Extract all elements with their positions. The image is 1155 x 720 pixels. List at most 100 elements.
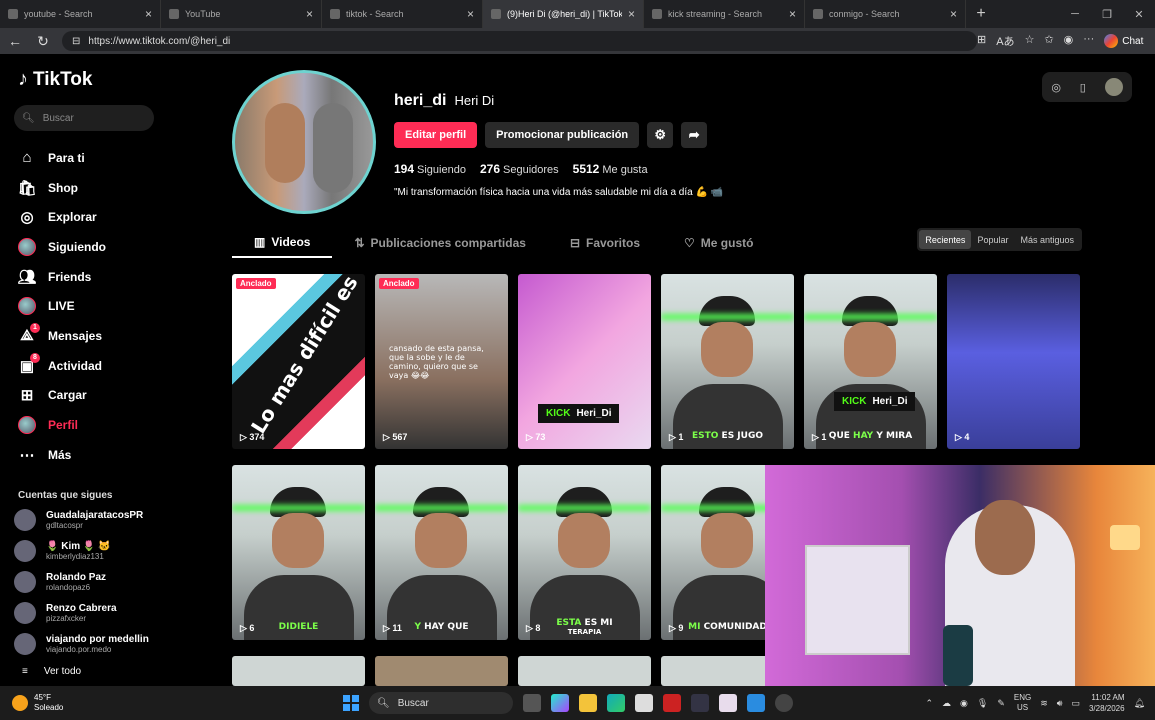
volume-icon[interactable]: 🔊︎	[1057, 698, 1063, 709]
mic-icon[interactable]: 🎙︎	[977, 698, 988, 709]
translate-icon[interactable]: Aあ	[996, 33, 1014, 49]
url-field[interactable]: ⊟ https://www.tiktok.com/@heri_di	[62, 31, 977, 51]
search-input[interactable]: 🔍︎ Buscar	[14, 105, 154, 131]
video-thumbnail[interactable]: Y HAY QUE ▷ 11	[375, 465, 508, 640]
sidebar-item-ms[interactable]: ⋯ Más	[14, 440, 161, 470]
following-account[interactable]: GuadalajaratacosPR gdltacospr	[14, 509, 161, 532]
video-thumbnail[interactable]	[518, 656, 651, 686]
tab-videos[interactable]: ▥ Videos	[232, 228, 333, 258]
app-available-icon[interactable]: ⊞	[977, 33, 986, 49]
close-tab-icon[interactable]: ×	[950, 7, 957, 21]
store-icon[interactable]	[635, 694, 653, 712]
sidebar-item-shop[interactable]: 🛍︎ Shop	[14, 173, 161, 203]
favorite-star-icon[interactable]: ☆	[1025, 33, 1035, 49]
task-view-icon[interactable]	[523, 694, 541, 712]
file-explorer-icon[interactable]	[579, 694, 597, 712]
sidebar-item-mensajes[interactable]: ⟁ 1 Mensajes	[14, 321, 161, 351]
settings-button[interactable]: ⚙	[647, 122, 674, 148]
see-all-button[interactable]: ≡ Ver todo	[14, 666, 161, 677]
notification-bell-icon[interactable]: 🔔︎	[1134, 698, 1145, 709]
sidebar-item-cargar[interactable]: ⊞ Cargar	[14, 381, 161, 411]
share-button[interactable]: ➦	[681, 122, 708, 148]
minimize-icon[interactable]: ─	[1059, 8, 1091, 20]
kick-logo-text: KICK	[546, 408, 571, 419]
back-icon[interactable]: ←	[6, 33, 24, 49]
close-window-icon[interactable]: ✕	[1123, 8, 1155, 21]
tab-megust[interactable]: ♡ Me gustó	[662, 228, 775, 258]
sort-option[interactable]: Más antiguos	[1014, 230, 1080, 249]
edit-profile-button[interactable]: Editar perfil	[394, 122, 478, 148]
reload-icon[interactable]: ↻	[34, 33, 52, 50]
chevron-up-icon[interactable]: ⌃	[926, 698, 934, 709]
sidebar-item-perfil[interactable]: Perfil	[14, 410, 161, 440]
sidebar-item-friends[interactable]: 👥︎ Friends	[14, 262, 161, 292]
tiktok-logo[interactable]: ♪ TikTok	[18, 68, 161, 91]
copilot-chat-button[interactable]: Chat	[1104, 34, 1143, 48]
edge-icon[interactable]	[607, 694, 625, 712]
battery-icon[interactable]: ▭	[1071, 698, 1080, 709]
pen-icon[interactable]: ✎	[997, 698, 1005, 709]
sidebar-item-live[interactable]: LIVE	[14, 291, 161, 321]
mcafee-icon[interactable]	[663, 694, 681, 712]
network-icon[interactable]: ◉	[960, 698, 968, 709]
video-thumbnail[interactable]	[375, 656, 508, 686]
browser-tab[interactable]: YouTube ×	[161, 0, 322, 28]
clock[interactable]: 11:02 AM 3/28/2026	[1089, 692, 1125, 714]
menu-dots-icon[interactable]: ···	[1083, 33, 1094, 49]
profile-avatar[interactable]	[232, 70, 376, 214]
close-tab-icon[interactable]: ×	[789, 7, 796, 21]
following-account[interactable]: Renzo Cabrera pizzafxcker	[14, 602, 161, 625]
browser-tab[interactable]: tiktok - Search ×	[322, 0, 483, 28]
coins-icon[interactable]: ◎	[1051, 81, 1061, 94]
following-account[interactable]: Rolando Paz rolandopaz6	[14, 571, 161, 594]
video-thumbnail[interactable]: DIDIELE ▷ 6	[232, 465, 365, 640]
device-icon[interactable]: ▯	[1080, 81, 1086, 94]
close-tab-icon[interactable]: ×	[145, 7, 152, 21]
language-indicator[interactable]: ENG US	[1014, 693, 1031, 713]
favorites-icon[interactable]: ✩	[1044, 33, 1053, 49]
browser-tab[interactable]: youtube - Search ×	[0, 0, 161, 28]
sidebar-item-explorar[interactable]: ◎ Explorar	[14, 202, 161, 232]
video-thumbnail[interactable]: KICK Heri_Di QUE HAY Y MIRA ▷ 1	[804, 274, 937, 449]
tab-favoritos[interactable]: ⊟ Favoritos	[548, 228, 662, 258]
sidebar-item-parati[interactable]: ⌂ Para ti	[14, 143, 161, 173]
restore-icon[interactable]: ❐	[1091, 8, 1123, 21]
close-tab-icon[interactable]: ×	[628, 7, 635, 21]
mail-icon[interactable]	[747, 694, 765, 712]
followers-stat[interactable]: 276 Seguidores	[480, 162, 559, 176]
user-avatar-icon[interactable]	[1104, 78, 1123, 96]
video-thumbnail[interactable]: Lo mas difícil es empezarAnclado ▷ 374	[232, 274, 365, 449]
sidebar-item-actividad[interactable]: ▣ 8 Actividad	[14, 351, 161, 381]
close-tab-icon[interactable]: ×	[306, 7, 313, 21]
copilot-icon[interactable]	[551, 694, 569, 712]
start-button[interactable]	[343, 695, 359, 711]
video-thumbnail[interactable]: KICK Heri_Di ▷ 73	[518, 274, 651, 449]
onedrive-icon[interactable]: ☁	[942, 698, 951, 709]
browser-tab[interactable]: conmigo - Search ×	[805, 0, 966, 28]
sort-option[interactable]: Recientes	[919, 230, 972, 249]
video-thumbnail[interactable]: cansado de esta pansa, que la sobe y le …	[375, 274, 508, 449]
app2-icon[interactable]	[719, 694, 737, 712]
tab-publicacionescompartidas[interactable]: ⇅ Publicaciones compartidas	[332, 228, 547, 258]
app-icon[interactable]	[691, 694, 709, 712]
wifi-icon[interactable]: ≋	[1040, 698, 1048, 709]
following-account[interactable]: viajando por medellin viajando.por.medo	[14, 633, 161, 656]
following-stat[interactable]: 194 Siguiendo	[394, 162, 466, 176]
new-tab-button[interactable]: +	[966, 5, 996, 23]
sort-option[interactable]: Popular	[971, 230, 1014, 249]
sidebar-item-siguiendo[interactable]: Siguiendo	[14, 232, 161, 262]
taskbar-search[interactable]: 🔍︎ Buscar	[369, 692, 513, 714]
site-info-icon[interactable]: ⊟	[72, 36, 80, 47]
weather-widget[interactable]: 45°F Soleado	[0, 693, 200, 713]
browser-tab[interactable]: (9)Heri Di (@heri_di) | TikTok ×	[483, 0, 644, 28]
video-thumbnail[interactable]	[232, 656, 365, 686]
profile-icon[interactable]: ◉	[1064, 33, 1074, 49]
obs-icon[interactable]	[775, 694, 793, 712]
following-account[interactable]: 🌷 Kim 🌷 🐱 kimberlydiaz131	[14, 540, 161, 563]
promote-post-button[interactable]: Promocionar publicación	[485, 122, 640, 148]
video-thumbnail[interactable]: ▷ 4	[947, 274, 1080, 449]
close-tab-icon[interactable]: ×	[467, 7, 474, 21]
video-thumbnail[interactable]: ESTO ES JUGO ▷ 1	[661, 274, 794, 449]
browser-tab[interactable]: kick streaming - Search ×	[644, 0, 805, 28]
video-thumbnail[interactable]: ESTA ES MI TERAPIA ▷ 8	[518, 465, 651, 640]
